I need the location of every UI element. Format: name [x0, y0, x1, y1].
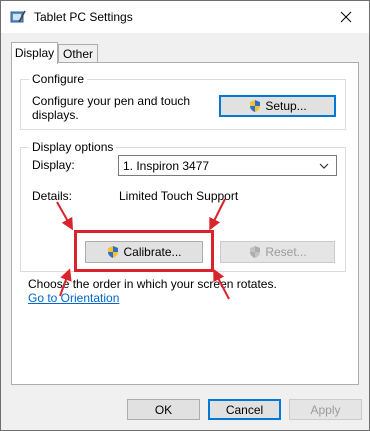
title-bar[interactable]: Tablet PC Settings: [1, 1, 369, 33]
tablet-pc-settings-window: Tablet PC Settings Display Other Configu…: [0, 0, 370, 431]
display-options-group-label: Display options: [29, 140, 117, 154]
reset-button[interactable]: Reset...: [220, 241, 335, 263]
setup-button[interactable]: Setup...: [219, 95, 336, 117]
window-title: Tablet PC Settings: [34, 10, 133, 24]
display-tab-panel: Configure Configure your pen and touch d…: [11, 62, 359, 385]
reset-button-label: Reset...: [265, 245, 307, 259]
details-label: Details:: [32, 189, 73, 203]
tab-display[interactable]: Display: [11, 42, 58, 64]
details-value: Limited Touch Support: [119, 189, 239, 203]
pen-tablet-icon: [10, 9, 26, 25]
calibrate-button-label: Calibrate...: [123, 245, 182, 259]
display-label: Display:: [32, 158, 75, 172]
dialog-footer: OK Cancel Apply: [1, 385, 369, 430]
uac-shield-icon: [106, 245, 120, 262]
configure-group-label: Configure: [29, 72, 88, 86]
setup-button-label: Setup...: [265, 99, 307, 113]
display-select-value: 1. Inspiron 3477: [123, 159, 210, 173]
chevron-down-icon: [319, 163, 329, 169]
close-button[interactable]: [323, 1, 369, 33]
close-icon: [340, 11, 352, 23]
orientation-description: Choose the order in which your screen ro…: [28, 277, 277, 291]
tab-other[interactable]: Other: [58, 44, 98, 63]
ok-button[interactable]: OK: [127, 399, 200, 420]
calibrate-button[interactable]: Calibrate...: [85, 241, 203, 263]
display-select[interactable]: 1. Inspiron 3477: [118, 155, 337, 176]
configure-description: Configure your pen and touch displays.: [32, 94, 191, 122]
go-to-orientation-link[interactable]: Go to Orientation: [28, 291, 119, 305]
uac-shield-icon: [248, 99, 262, 116]
cancel-button[interactable]: Cancel: [208, 399, 281, 420]
uac-shield-icon: [248, 245, 262, 262]
apply-button[interactable]: Apply: [289, 399, 362, 420]
